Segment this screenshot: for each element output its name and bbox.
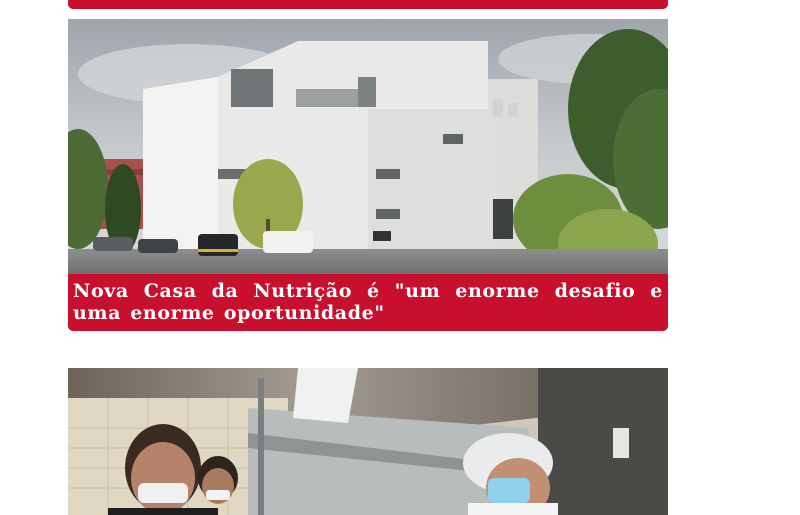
article-photo[interactable] [68,19,668,274]
article-photo[interactable] [68,368,668,515]
white-faculty-building-photo [68,19,668,274]
people-in-cafeteria-kitchen-photo [68,368,668,515]
previous-article-caption-edge[interactable] [68,0,668,9]
news-feed: Nova Casa da Nutrição é "um enorme desaf… [0,0,800,515]
news-card[interactable] [68,368,668,515]
news-card[interactable]: Nova Casa da Nutrição é "um enorme desaf… [68,19,668,331]
article-headline[interactable]: Nova Casa da Nutrição é "um enorme desaf… [68,274,668,331]
